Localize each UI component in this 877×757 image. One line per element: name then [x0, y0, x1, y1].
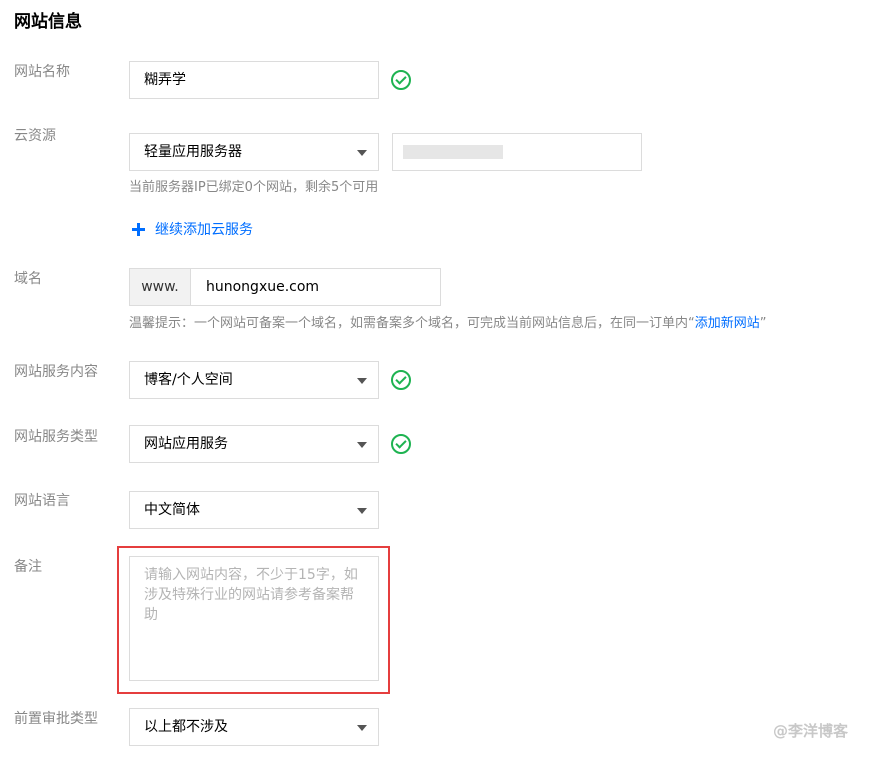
domain-hint-end: ” [759, 316, 767, 331]
remark-label: 备注 [14, 559, 42, 575]
site-name-input[interactable]: 糊弄学 [129, 61, 379, 99]
language-select[interactable]: 中文简体 [129, 491, 379, 529]
check-circle-icon [391, 370, 411, 390]
domain-hint-text: 温馨提示：一个网站可备案一个域名，如需备案多个域名，可完成当前网站信息后，在同一… [129, 316, 695, 331]
remark-textarea[interactable] [129, 556, 379, 681]
pre-approval-label: 前置审批类型 [14, 711, 98, 727]
blurred-ip-placeholder [403, 145, 503, 159]
plus-icon [132, 223, 145, 236]
language-label: 网站语言 [14, 493, 70, 509]
service-content-select[interactable]: 博客/个人空间 [129, 361, 379, 399]
domain-input[interactable]: hunongxue.com [206, 269, 319, 305]
cloud-resource-label: 云资源 [14, 128, 56, 144]
add-cloud-service-link[interactable]: 继续添加云服务 [132, 220, 272, 240]
service-type-label: 网站服务类型 [14, 429, 98, 445]
server-instance-field[interactable] [392, 133, 642, 171]
check-circle-icon [391, 70, 411, 90]
add-new-site-link[interactable]: 添加新网站 [695, 316, 760, 331]
ip-bind-hint: 当前服务器IP已绑定0个网站，剩余5个可用 [129, 180, 379, 195]
site-name-label: 网站名称 [14, 64, 70, 80]
service-content-label: 网站服务内容 [14, 364, 98, 380]
domain-hint: 温馨提示：一个网站可备案一个域名，如需备案多个域名，可完成当前网站信息后，在同一… [129, 315, 767, 333]
domain-prefix: www. [130, 269, 191, 305]
service-type-select[interactable]: 网站应用服务 [129, 425, 379, 463]
cloud-resource-select[interactable]: 轻量应用服务器 [129, 133, 379, 171]
domain-label: 域名 [14, 271, 42, 287]
pre-approval-select[interactable]: 以上都不涉及 [129, 708, 379, 746]
add-cloud-service-label: 继续添加云服务 [155, 222, 253, 238]
domain-input-group[interactable]: www. hunongxue.com [129, 268, 441, 306]
section-title: 网站信息 [14, 12, 82, 32]
check-circle-icon [391, 434, 411, 454]
watermark: @李洋博客 [773, 722, 849, 740]
